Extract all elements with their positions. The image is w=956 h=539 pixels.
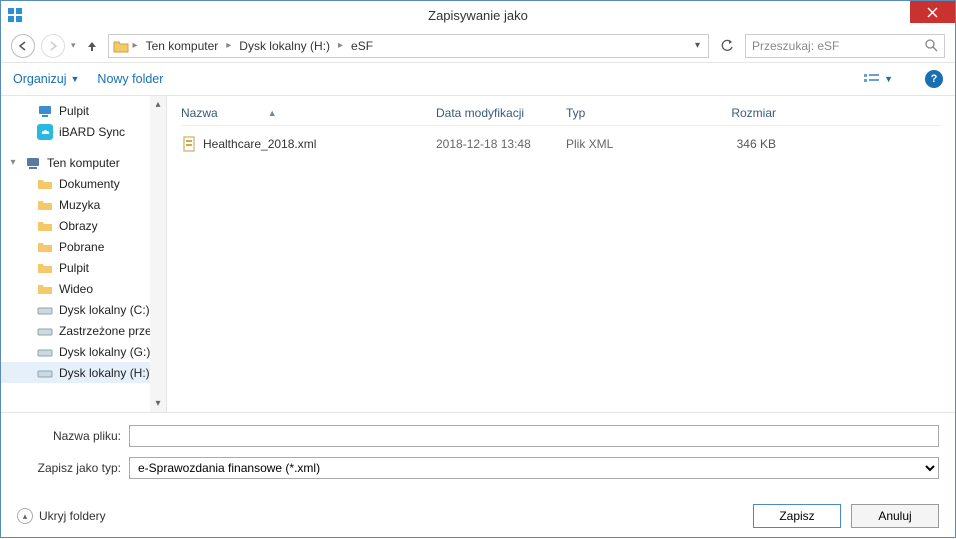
folder-icon [37,260,53,276]
chevron-right-icon: ▸ [133,40,138,51]
folder-icon [37,239,53,255]
navigation-tree: Pulpit iBARD Sync ▾ Ten komputer Dokumen… [1,96,167,412]
file-type: Plik XML [566,137,676,151]
tree-item-computer[interactable]: ▾ Ten komputer [1,152,166,173]
view-options-button[interactable]: ▼ [863,72,893,86]
scroll-down-icon[interactable]: ▾ [155,398,160,409]
tree-item-drive-c[interactable]: Dysk lokalny (C:) [1,299,166,320]
hide-folders-link[interactable]: ▴ Ukryj foldery [17,508,106,524]
title-bar: Zapisywanie jako [1,1,955,29]
filetype-select[interactable]: e-Sprawozdania finansowe (*.xml) [129,457,939,479]
tree-item-ibard[interactable]: iBARD Sync [1,121,166,142]
folder-icon [113,38,129,54]
file-size: 346 KB [676,137,796,151]
search-icon [925,39,938,52]
column-type[interactable]: Typ [566,106,676,120]
chevron-down-icon: ▼ [71,74,80,84]
scroll-up-icon[interactable]: ▴ [155,99,160,110]
drive-icon [37,323,53,339]
address-dropdown[interactable]: ▾ [691,40,704,51]
up-button[interactable] [82,39,102,53]
help-button[interactable]: ? [925,70,943,88]
tree-item-drive-h[interactable]: Dysk lokalny (H:) [1,362,166,383]
tree-item-drive-g[interactable]: Dysk lokalny (G:) [1,341,166,362]
arrow-up-icon [85,39,99,53]
folder-icon [37,197,53,213]
tree-scrollbar[interactable]: ▴ ▾ [150,96,166,412]
arrow-left-icon [17,40,29,52]
collapse-icon[interactable]: ▾ [7,157,19,168]
save-form: Nazwa pliku: Zapisz jako typ: e-Sprawozd… [1,412,955,493]
navigation-bar: ▾ ▸ Ten komputer ▸ Dysk lokalny (H:) ▸ e… [1,29,955,63]
search-placeholder: Przeszukaj: eSF [752,39,839,53]
save-button[interactable]: Zapisz [753,504,841,528]
arrow-right-icon [47,40,59,52]
chevron-up-icon: ▴ [17,508,33,524]
tree-item-downloads[interactable]: Pobrane [1,236,166,257]
folder-icon [37,281,53,297]
column-date[interactable]: Data modyfikacji [436,106,566,120]
filename-input[interactable] [129,425,939,447]
new-folder-button[interactable]: Nowy folder [97,72,163,86]
breadcrumb-drive[interactable]: Dysk lokalny (H:) [235,39,334,53]
file-list-pane: Nazwa▲ Data modyfikacji Typ Rozmiar Heal… [167,96,955,412]
refresh-icon [720,39,734,53]
forward-button[interactable] [41,34,65,58]
close-icon [927,7,938,18]
chevron-right-icon: ▸ [338,40,343,51]
drive-icon [37,302,53,318]
tree-item-pictures[interactable]: Obrazy [1,215,166,236]
tree-item-pulpit-quick[interactable]: Pulpit [1,100,166,121]
column-name[interactable]: Nazwa▲ [181,106,436,120]
sort-asc-icon: ▲ [268,108,277,118]
tree-item-reserved[interactable]: Zastrzeżone prze [1,320,166,341]
column-headers: Nazwa▲ Data modyfikacji Typ Rozmiar [181,100,941,126]
cloud-icon [37,124,53,140]
tree-item-documents[interactable]: Dokumenty [1,173,166,194]
file-row[interactable]: Healthcare_2018.xml 2018-12-18 13:48 Pli… [181,132,941,156]
toolbar: Organizuj ▼ Nowy folder ▼ ? [1,63,955,96]
filetype-label: Zapisz jako typ: [17,461,129,475]
computer-icon [25,155,41,171]
folder-icon [37,218,53,234]
chevron-right-icon: ▸ [226,40,231,51]
window-title: Zapisywanie jako [1,8,955,23]
drive-icon [37,365,53,381]
file-date: 2018-12-18 13:48 [436,137,566,151]
desktop-icon [37,103,53,119]
folder-icon [37,176,53,192]
xml-file-icon [181,136,197,152]
search-input[interactable]: Przeszukaj: eSF [745,34,945,58]
refresh-button[interactable] [715,34,739,58]
close-button[interactable] [910,1,955,23]
address-bar[interactable]: ▸ Ten komputer ▸ Dysk lokalny (H:) ▸ eSF… [108,34,709,58]
dialog-footer: ▴ Ukryj foldery Zapisz Anuluj [1,493,955,539]
cancel-button[interactable]: Anuluj [851,504,939,528]
view-list-icon [863,72,881,86]
breadcrumb-root[interactable]: Ten komputer [142,39,223,53]
file-name: Healthcare_2018.xml [203,137,316,151]
breadcrumb-folder[interactable]: eSF [347,39,377,53]
column-size[interactable]: Rozmiar [676,106,796,120]
organize-menu[interactable]: Organizuj ▼ [13,72,79,86]
filename-label: Nazwa pliku: [17,429,129,443]
history-dropdown[interactable]: ▾ [71,40,76,51]
chevron-down-icon: ▼ [884,74,893,84]
drive-icon [37,344,53,360]
tree-item-desktop[interactable]: Pulpit [1,257,166,278]
tree-item-music[interactable]: Muzyka [1,194,166,215]
back-button[interactable] [11,34,35,58]
tree-item-videos[interactable]: Wideo [1,278,166,299]
